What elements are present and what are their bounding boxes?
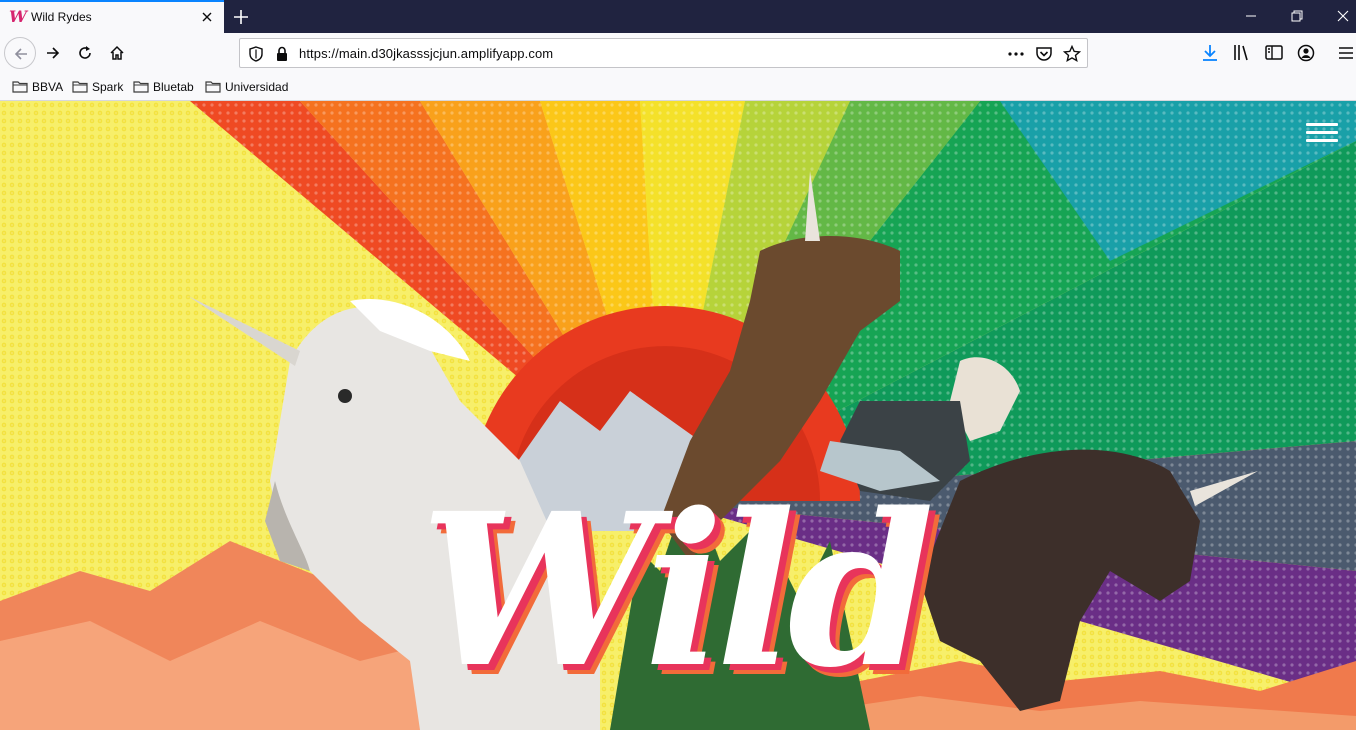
bookmark-label: Universidad (225, 80, 289, 94)
folder-icon (133, 81, 149, 93)
home-button[interactable] (101, 37, 133, 69)
restore-icon[interactable] (1274, 0, 1320, 33)
account-icon[interactable] (1295, 42, 1317, 64)
new-tab-icon[interactable] (229, 5, 253, 29)
hero-title: Wild (420, 467, 935, 714)
tab-wild-rydes[interactable]: W Wild Rydes (0, 0, 224, 33)
url-bar[interactable]: https://main.d30jkasssjcjun.amplifyapp.c… (239, 38, 1088, 68)
forward-icon (47, 47, 60, 59)
back-button[interactable] (4, 37, 36, 69)
download-icon[interactable] (1199, 42, 1221, 64)
tab-strip: W Wild Rydes (0, 0, 1356, 33)
reload-button[interactable] (69, 37, 101, 69)
shield-icon[interactable] (247, 45, 265, 63)
lock-icon[interactable] (273, 45, 291, 63)
home-icon (110, 45, 124, 60)
folder-icon (205, 81, 221, 93)
menu-bar-icon (1306, 139, 1338, 142)
forward-button[interactable] (37, 37, 69, 69)
minimize-icon[interactable] (1228, 0, 1274, 33)
bookmark-label: Bluetab (153, 80, 194, 94)
reload-icon (79, 46, 91, 59)
navigation-bar: https://main.d30jkasssjcjun.amplifyapp.c… (0, 33, 1356, 73)
bookmark-label: BBVA (32, 80, 64, 94)
tab-title: Wild Rydes (31, 10, 92, 24)
menu-bar-icon (1306, 131, 1338, 134)
star-icon[interactable] (1062, 44, 1082, 63)
pocket-icon[interactable] (1035, 45, 1053, 63)
hero-banner: Wild (0, 101, 1356, 730)
more-icon[interactable] (1007, 45, 1025, 63)
bookmark-folder-bbva[interactable]: BBVA (12, 79, 63, 95)
sidebar-icon[interactable] (1263, 42, 1285, 64)
bookmark-folder-bluetab[interactable]: Bluetab (133, 79, 194, 95)
menu-bar-icon (1306, 123, 1338, 126)
folder-icon (72, 81, 88, 93)
library-icon[interactable] (1231, 42, 1253, 64)
bookmark-label: Spark (92, 80, 124, 94)
bookmark-folder-universidad[interactable]: Universidad (205, 79, 288, 95)
wild-rydes-favicon-icon: W (9, 7, 27, 26)
site-menu-button[interactable] (1306, 123, 1338, 145)
menu-icon[interactable] (1335, 42, 1356, 64)
bookmark-folder-spark[interactable]: Spark (72, 79, 123, 95)
bookmarks-toolbar: BBVA Spark Bluetab Universidad (0, 73, 1356, 101)
url-text[interactable]: https://main.d30jkasssjcjun.amplifyapp.c… (299, 46, 553, 61)
folder-icon (12, 81, 28, 93)
close-tab-icon[interactable] (198, 8, 216, 26)
back-icon (14, 48, 27, 60)
close-window-icon[interactable] (1320, 0, 1356, 33)
